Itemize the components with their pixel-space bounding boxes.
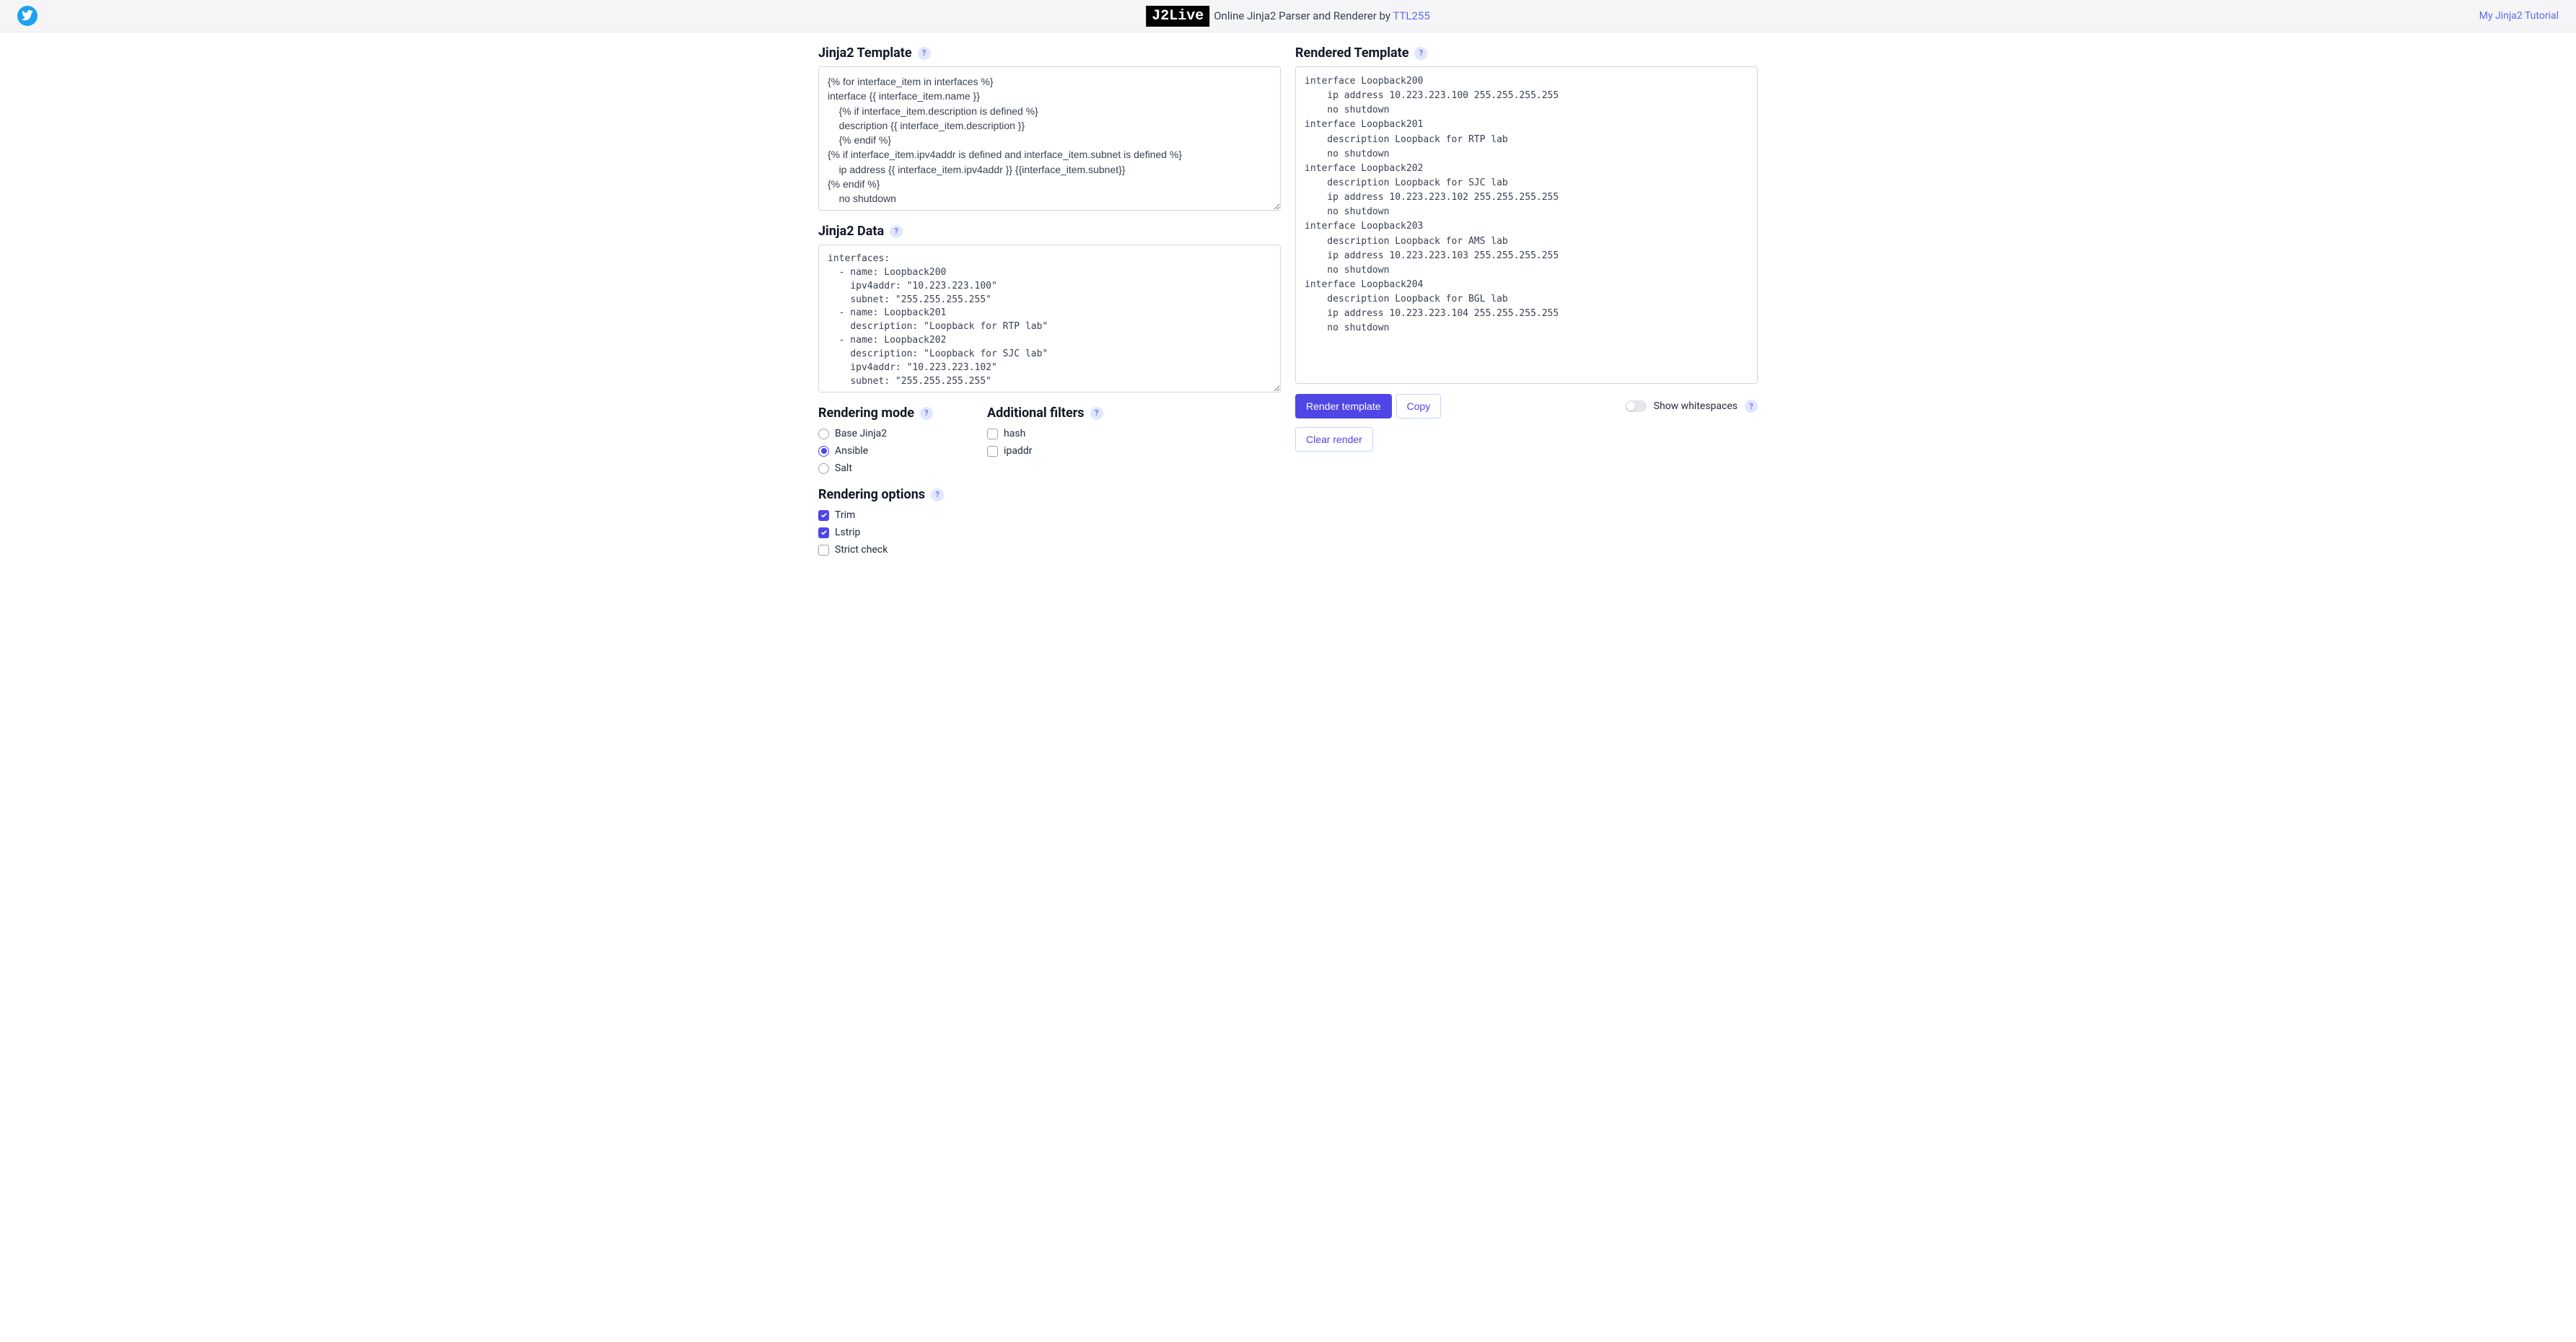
logo: J2Live [1146,6,1209,27]
checkmark-icon [818,510,829,521]
copy-button[interactable]: Copy [1396,394,1442,418]
radio-label: Base Jinja2 [835,428,887,439]
radio-salt[interactable]: Salt [818,462,944,474]
checkbox-label: ipaddr [1004,445,1032,457]
output-box: interface Loopback200 ip address 10.223.… [1295,66,1758,384]
checkbox-lstrip[interactable]: Lstrip [818,527,944,538]
render-button[interactable]: Render template [1295,394,1392,418]
checkmark-icon [987,446,998,457]
filters-title: Additional filters [987,405,1085,421]
radio-base-jinja2[interactable]: Base Jinja2 [818,428,944,439]
rendering-mode-title: Rendering mode [818,405,914,421]
radio-icon [818,429,829,439]
help-icon[interactable]: ? [1090,407,1103,420]
checkmark-icon [818,545,829,556]
checkmark-icon [818,527,829,538]
radio-ansible[interactable]: Ansible [818,445,944,457]
checkbox-label: Strict check [835,544,888,556]
help-icon[interactable]: ? [1745,400,1758,413]
show-whitespace-label: Show whitespaces [1654,400,1738,412]
tutorial-link[interactable]: My Jinja2 Tutorial [2479,10,2559,22]
help-icon[interactable]: ? [931,488,944,501]
radio-icon [818,446,829,457]
help-icon[interactable]: ? [918,47,931,60]
topbar: J2Live Online Jinja2 Parser and Renderer… [0,0,2576,32]
checkbox-label: Trim [835,509,855,521]
checkmark-icon [987,429,998,439]
help-icon[interactable]: ? [920,407,933,420]
tagline-text: Online Jinja2 Parser and Renderer by [1214,9,1393,22]
ttl255-link[interactable]: TTL255 [1393,9,1429,22]
clear-button[interactable]: Clear render [1295,427,1373,452]
checkbox-ipaddr[interactable]: ipaddr [987,445,1103,457]
show-whitespace-toggle[interactable] [1625,400,1647,412]
radio-icon [818,463,829,474]
output-title: Rendered Template [1295,45,1409,61]
checkbox-label: Lstrip [835,527,860,538]
twitter-icon[interactable] [17,6,38,26]
checkbox-strict[interactable]: Strict check [818,544,944,556]
checkbox-trim[interactable]: Trim [818,509,944,521]
data-input[interactable] [818,245,1281,392]
data-title: Jinja2 Data [818,224,884,239]
checkbox-label: hash [1004,428,1025,439]
rendering-options-title: Rendering options [818,487,925,502]
tagline: Online Jinja2 Parser and Renderer by TTL… [1214,9,1430,22]
template-input[interactable] [818,66,1281,211]
help-icon[interactable]: ? [1414,47,1427,60]
help-icon[interactable]: ? [890,225,903,238]
radio-label: Salt [835,462,852,474]
template-title: Jinja2 Template [818,45,912,61]
radio-label: Ansible [835,445,868,457]
checkbox-hash[interactable]: hash [987,428,1103,439]
